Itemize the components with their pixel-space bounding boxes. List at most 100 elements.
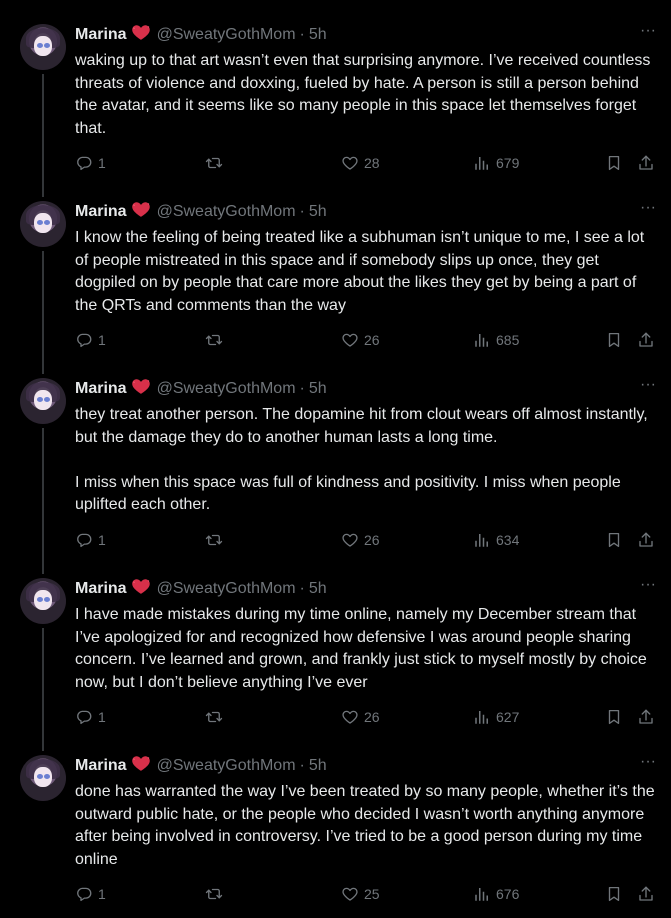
- like-count: 25: [364, 886, 380, 902]
- reply-button[interactable]: 1: [75, 883, 106, 905]
- user-handle[interactable]: @SweatyGothMom: [157, 380, 296, 397]
- heart-emoji-icon: [131, 201, 151, 218]
- share-button[interactable]: [637, 706, 655, 728]
- reply-button[interactable]: 1: [75, 706, 106, 728]
- heart-emoji-icon: [131, 24, 151, 41]
- like-button[interactable]: 26: [341, 329, 380, 351]
- bookmark-button[interactable]: [605, 883, 623, 905]
- user-handle[interactable]: @SweatyGothMom: [157, 757, 296, 774]
- tweet-header: Marina @SweatyGothMom · 5h: [75, 578, 327, 600]
- view-count: 676: [496, 886, 520, 902]
- share-button[interactable]: [637, 152, 655, 174]
- retweet-button[interactable]: [205, 152, 228, 174]
- like-count: 26: [364, 532, 380, 548]
- timestamp[interactable]: 5h: [309, 26, 327, 43]
- tweet-header: Marina @SweatyGothMom · 5h: [75, 378, 327, 400]
- avatar-eye: [37, 774, 43, 779]
- retweet-button[interactable]: [205, 529, 228, 551]
- tweet[interactable]: Marina @SweatyGothMom · 5h ··· I have made mi…: [0, 577, 671, 738]
- views-button[interactable]: 676: [473, 883, 519, 905]
- reply-icon: [75, 331, 93, 349]
- action-bar: 1 26 627: [75, 706, 665, 728]
- bookmark-icon: [605, 708, 623, 726]
- reply-button[interactable]: 1: [75, 329, 106, 351]
- tweet[interactable]: Marina @SweatyGothMom · 5h ··· waking up to t…: [0, 23, 671, 184]
- display-name[interactable]: Marina: [75, 580, 127, 597]
- avatar[interactable]: [20, 378, 66, 424]
- retweet-button[interactable]: [205, 329, 228, 351]
- bookmark-icon: [605, 531, 623, 549]
- retweet-button[interactable]: [205, 706, 228, 728]
- bookmark-icon: [605, 885, 623, 903]
- display-name[interactable]: Marina: [75, 757, 127, 774]
- retweet-icon: [205, 531, 223, 549]
- user-handle[interactable]: @SweatyGothMom: [157, 580, 296, 597]
- share-icon: [637, 708, 655, 726]
- avatar[interactable]: [20, 578, 66, 624]
- heart-emoji-icon: [131, 378, 151, 395]
- like-button[interactable]: 25: [341, 883, 380, 905]
- heart-emoji-icon: [131, 578, 151, 595]
- action-bar: 1 26 634: [75, 529, 665, 551]
- avatar[interactable]: [20, 201, 66, 247]
- reply-button[interactable]: 1: [75, 529, 106, 551]
- avatar[interactable]: [20, 24, 66, 70]
- share-icon: [637, 331, 655, 349]
- like-button[interactable]: 26: [341, 529, 380, 551]
- reply-button[interactable]: 1: [75, 152, 106, 174]
- more-options-icon[interactable]: ···: [638, 200, 658, 217]
- tweet[interactable]: Marina @SweatyGothMom · 5h ··· I know the fee…: [0, 200, 671, 361]
- retweet-button[interactable]: [205, 883, 228, 905]
- reply-count: 1: [98, 332, 106, 348]
- tweet[interactable]: Marina @SweatyGothMom · 5h ··· they treat ano…: [0, 377, 671, 548]
- user-handle[interactable]: @SweatyGothMom: [157, 203, 296, 220]
- views-button[interactable]: 685: [473, 329, 519, 351]
- bookmark-button[interactable]: [605, 529, 623, 551]
- views-button[interactable]: 634: [473, 529, 519, 551]
- like-button[interactable]: 26: [341, 706, 380, 728]
- retweet-icon: [205, 885, 223, 903]
- tweet-header: Marina @SweatyGothMom · 5h: [75, 755, 327, 777]
- avatar-eye: [37, 397, 43, 402]
- views-button[interactable]: 679: [473, 152, 519, 174]
- timestamp[interactable]: 5h: [309, 757, 327, 774]
- bookmark-button[interactable]: [605, 329, 623, 351]
- more-options-icon[interactable]: ···: [638, 23, 658, 40]
- display-name[interactable]: Marina: [75, 26, 127, 43]
- timestamp[interactable]: 5h: [309, 580, 327, 597]
- reply-icon: [75, 154, 93, 172]
- tweet-text: done has warranted the way I’ve been tre…: [75, 783, 660, 868]
- display-name[interactable]: Marina: [75, 380, 127, 397]
- reply-count: 1: [98, 709, 106, 725]
- display-name[interactable]: Marina: [75, 203, 127, 220]
- user-handle[interactable]: @SweatyGothMom: [157, 26, 296, 43]
- timestamp[interactable]: 5h: [309, 380, 327, 397]
- bookmark-icon: [605, 331, 623, 349]
- like-count: 26: [364, 709, 380, 725]
- heart-icon: [341, 885, 359, 903]
- share-button[interactable]: [637, 329, 655, 351]
- heart-icon: [341, 708, 359, 726]
- view-count: 627: [496, 709, 520, 725]
- retweet-icon: [205, 708, 223, 726]
- share-button[interactable]: [637, 529, 655, 551]
- share-button[interactable]: [637, 883, 655, 905]
- analytics-icon: [473, 885, 491, 903]
- share-icon: [637, 154, 655, 172]
- like-button[interactable]: 28: [341, 152, 380, 174]
- more-options-icon[interactable]: ···: [638, 754, 658, 771]
- avatar-eye: [44, 397, 50, 402]
- more-options-icon[interactable]: ···: [638, 377, 658, 394]
- reply-count: 1: [98, 886, 106, 902]
- avatar-eye: [37, 597, 43, 602]
- avatar[interactable]: [20, 755, 66, 801]
- views-button[interactable]: 627: [473, 706, 519, 728]
- bookmark-button[interactable]: [605, 152, 623, 174]
- tweet[interactable]: Marina @SweatyGothMom · 5h ··· done has warra…: [0, 754, 671, 915]
- heart-icon: [341, 331, 359, 349]
- timestamp[interactable]: 5h: [309, 203, 327, 220]
- more-options-icon[interactable]: ···: [638, 577, 658, 594]
- separator-dot: ·: [299, 26, 305, 43]
- analytics-icon: [473, 531, 491, 549]
- bookmark-button[interactable]: [605, 706, 623, 728]
